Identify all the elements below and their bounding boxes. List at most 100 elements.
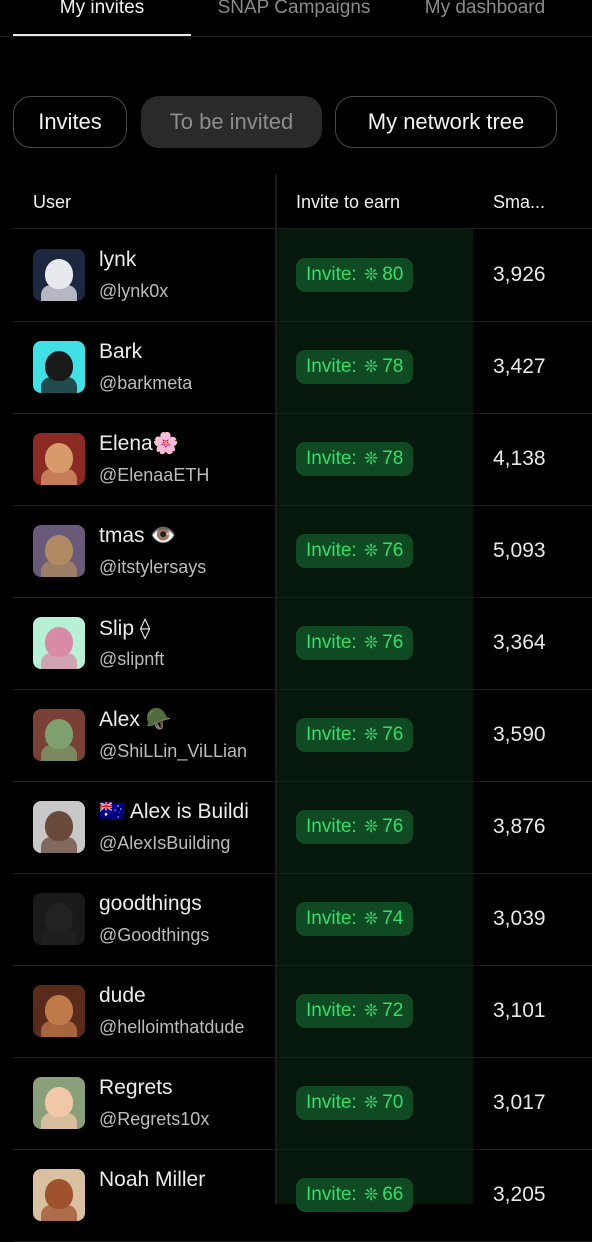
tab-my-dashboard[interactable]: My dashboard (400, 0, 570, 34)
invite-button[interactable]: Invite: ❊ 72 (296, 994, 414, 1028)
user-handle[interactable]: @ShiLLin_ViLLian (99, 741, 247, 762)
smart-score-value: 3,876 (493, 815, 546, 838)
avatar[interactable] (33, 617, 85, 669)
invite-points: 70 (382, 1092, 404, 1113)
user-display-name[interactable]: Elena🌸 (99, 432, 179, 456)
table-row[interactable]: Slip ⟠ @slipnft Invite: ❊ 76 3,364 (13, 597, 592, 690)
invite-prefix: Invite: (306, 264, 357, 285)
user-display-name[interactable]: Slip ⟠ (99, 616, 150, 641)
avatar-body (41, 745, 77, 761)
user-handle[interactable]: @Regrets10x (99, 1109, 209, 1130)
invite-button[interactable]: Invite: ❊ 70 (296, 1086, 414, 1120)
invite-points: 80 (382, 264, 404, 285)
user-display-name[interactable]: 🇦🇺 Alex is Buildi (99, 800, 249, 824)
avatar[interactable] (33, 1077, 85, 1129)
points-gem-icon: ❊ (363, 633, 379, 652)
filter-network-tree-label: My network tree (367, 109, 525, 134)
invite-button[interactable]: Invite: ❊ 76 (296, 718, 414, 752)
user-handle[interactable]: @barkmeta (99, 373, 192, 394)
avatar[interactable] (33, 1169, 85, 1221)
avatar[interactable] (33, 709, 85, 761)
avatar-body (41, 561, 77, 577)
user-handle[interactable]: @itstylersays (99, 557, 206, 578)
user-handle[interactable]: @Goodthings (99, 925, 209, 946)
avatar-body (41, 1021, 77, 1037)
invite-prefix: Invite: (306, 448, 357, 469)
user-display-name[interactable]: Bark (99, 340, 142, 364)
filter-network-tree-button[interactable]: My network tree (335, 96, 557, 148)
table-row[interactable]: Noah Miller Invite: ❊ 66 3,205 (13, 1149, 592, 1242)
user-handle[interactable]: @lynk0x (99, 281, 168, 302)
avatar[interactable] (33, 801, 85, 853)
invite-prefix: Invite: (306, 724, 357, 745)
invite-points: 72 (382, 1000, 404, 1021)
table-row[interactable]: dude @helloimthatdude Invite: ❊ 72 3,101 (13, 965, 592, 1058)
invite-button[interactable]: Invite: ❊ 76 (296, 810, 414, 844)
points-gem-icon: ❊ (363, 1001, 379, 1020)
table-row[interactable]: lynk @lynk0x Invite: ❊ 80 3,926 (13, 229, 592, 322)
user-handle[interactable]: @AlexIsBuilding (99, 833, 230, 854)
user-display-name[interactable]: Regrets (99, 1076, 173, 1100)
invite-points: 66 (382, 1184, 404, 1205)
invite-prefix: Invite: (306, 1184, 357, 1205)
table-row[interactable]: Alex 🪖 @ShiLLin_ViLLian Invite: ❊ 76 3,590 (13, 689, 592, 782)
user-handle[interactable]: @ElenaaETH (99, 465, 209, 486)
smart-score-value: 3,926 (493, 263, 546, 286)
user-display-name[interactable]: tmas 👁️ (99, 524, 177, 548)
user-display-name[interactable]: dude (99, 984, 146, 1008)
table-header: User Invite to earn Sma... (13, 174, 592, 229)
smart-score-value: 3,590 (493, 723, 546, 746)
invite-button[interactable]: Invite: ❊ 76 (296, 534, 414, 568)
table-row[interactable]: Regrets @Regrets10x Invite: ❊ 70 3,017 (13, 1057, 592, 1150)
points-gem-icon: ❊ (363, 725, 379, 744)
smart-score-value: 3,205 (493, 1183, 546, 1206)
invite-button[interactable]: Invite: ❊ 66 (296, 1178, 414, 1212)
invite-points: 78 (382, 356, 404, 377)
invite-button[interactable]: Invite: ❊ 80 (296, 258, 414, 292)
invite-button[interactable]: Invite: ❊ 78 (296, 442, 414, 476)
filter-to-be-invited-label: To be invited (169, 109, 294, 134)
invite-points: 76 (382, 540, 404, 561)
header-invite-to-earn[interactable]: Invite to earn (296, 174, 400, 230)
table-row[interactable]: Elena🌸 @ElenaaETH Invite: ❊ 78 4,138 (13, 413, 592, 506)
points-gem-icon: ❊ (363, 357, 379, 376)
user-display-name[interactable]: Noah Miller (99, 1168, 205, 1192)
invite-button[interactable]: Invite: ❊ 76 (296, 626, 414, 660)
invite-prefix: Invite: (306, 1092, 357, 1113)
avatar[interactable] (33, 985, 85, 1037)
table-row[interactable]: goodthings @Goodthings Invite: ❊ 74 3,039 (13, 873, 592, 966)
avatar[interactable] (33, 525, 85, 577)
invite-prefix: Invite: (306, 632, 357, 653)
invite-button[interactable]: Invite: ❊ 74 (296, 902, 414, 936)
filter-to-be-invited-button[interactable]: To be invited (141, 96, 322, 148)
smart-score-value: 5,093 (493, 539, 546, 562)
avatar[interactable] (33, 433, 85, 485)
avatar-body (41, 1205, 77, 1221)
header-user[interactable]: User (33, 174, 71, 230)
table-row[interactable]: 🇦🇺 Alex is Buildi @AlexIsBuilding Invite: … (13, 781, 592, 874)
tab-my-dashboard-label: My dashboard (424, 0, 546, 18)
filter-invites-button[interactable]: Invites (13, 96, 127, 148)
user-handle[interactable]: @slipnft (99, 649, 164, 670)
tab-my-invites[interactable]: My invites (13, 0, 191, 36)
table-row[interactable]: tmas 👁️ @itstylersays Invite: ❊ 76 5,093 (13, 505, 592, 598)
smart-score-value: 3,017 (493, 1091, 546, 1114)
invite-points: 74 (382, 908, 404, 929)
invite-points: 78 (382, 448, 404, 469)
table-row[interactable]: Bark @barkmeta Invite: ❊ 78 3,427 (13, 321, 592, 414)
invite-prefix: Invite: (306, 540, 357, 561)
tab-snap-campaigns[interactable]: SNAP Campaigns (196, 0, 392, 34)
avatar[interactable] (33, 249, 85, 301)
user-display-name[interactable]: Alex 🪖 (99, 708, 172, 732)
user-handle[interactable]: @helloimthatdude (99, 1017, 244, 1038)
points-gem-icon: ❊ (363, 265, 379, 284)
smart-score-value: 4,138 (493, 447, 546, 470)
points-gem-icon: ❊ (363, 909, 379, 928)
header-smart-score[interactable]: Sma... (493, 174, 545, 230)
avatar[interactable] (33, 341, 85, 393)
avatar[interactable] (33, 893, 85, 945)
points-gem-icon: ❊ (363, 541, 379, 560)
user-display-name[interactable]: goodthings (99, 892, 202, 916)
user-display-name[interactable]: lynk (99, 248, 136, 272)
invite-button[interactable]: Invite: ❊ 78 (296, 350, 414, 384)
